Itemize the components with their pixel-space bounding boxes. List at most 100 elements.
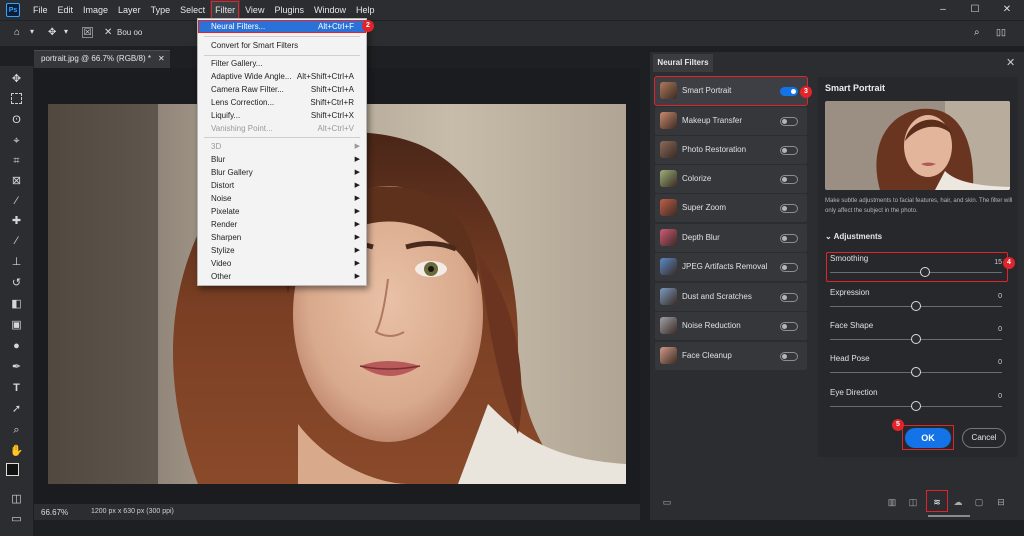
filter-item-jpeg-artifacts-removal[interactable]: JPEG Artifacts Removal bbox=[655, 253, 807, 281]
crop-tool-icon[interactable]: ⌗ bbox=[9, 154, 24, 169]
slider-handle[interactable] bbox=[911, 401, 921, 411]
menu-item-distort[interactable]: Distort ▶ bbox=[198, 179, 366, 192]
tab-neural-filters[interactable]: Neural Filters bbox=[653, 54, 713, 72]
comparison-icon[interactable]: ◫ bbox=[908, 497, 918, 507]
menu-window[interactable]: Window bbox=[309, 0, 351, 20]
menu-plugins[interactable]: Plugins bbox=[269, 0, 309, 20]
close-tab-icon[interactable]: ✕ bbox=[158, 54, 165, 63]
filter-item-smart-portrait[interactable]: Smart Portrait bbox=[654, 76, 808, 106]
home-icon[interactable]: ⌂ bbox=[14, 27, 20, 38]
filter-toggle[interactable] bbox=[780, 175, 798, 184]
menu-item-liquify[interactable]: Liquify... Shift+Ctrl+X bbox=[198, 109, 366, 122]
menu-item-filter-gallery[interactable]: Filter Gallery... bbox=[198, 57, 366, 70]
menu-item-adaptive-wide-angle[interactable]: Adaptive Wide Angle... Alt+Shift+Ctrl+A bbox=[198, 70, 366, 83]
screen-mode-icon[interactable]: ▭ bbox=[9, 512, 24, 527]
move-tool-icon[interactable]: ✥ bbox=[48, 27, 56, 38]
cloud-icon[interactable]: ☁ bbox=[953, 497, 963, 507]
menu-item-pixelate[interactable]: Pixelate ▶ bbox=[198, 205, 366, 218]
foreground-color-swatch[interactable] bbox=[6, 463, 19, 476]
delete-icon[interactable]: ⊟ bbox=[996, 497, 1006, 507]
layers-icon[interactable]: ≋ bbox=[932, 497, 942, 507]
slider-handle[interactable] bbox=[911, 301, 921, 311]
slider-track[interactable] bbox=[830, 272, 1002, 273]
marquee-tool-icon[interactable] bbox=[11, 93, 22, 104]
filter-toggle[interactable] bbox=[780, 146, 798, 155]
slider-eye-direction[interactable]: Eye Direction 0 bbox=[830, 388, 1002, 418]
history-brush-tool-icon[interactable]: ↺ bbox=[9, 276, 24, 291]
filter-toggle[interactable] bbox=[780, 117, 798, 126]
show-original-icon[interactable]: ▭ bbox=[662, 497, 672, 507]
slider-handle[interactable] bbox=[919, 267, 930, 277]
ok-button[interactable]: OK bbox=[905, 428, 951, 448]
menu-item-stylize[interactable]: Stylize ▶ bbox=[198, 244, 366, 257]
minimize-button[interactable]: – bbox=[928, 0, 958, 20]
menu-item-other[interactable]: Other ▶ bbox=[198, 270, 366, 283]
menu-file[interactable]: File bbox=[28, 0, 53, 20]
zoom-tool-icon[interactable]: ⌕ bbox=[9, 423, 24, 438]
menu-item-blur-gallery[interactable]: Blur Gallery ▶ bbox=[198, 166, 366, 179]
menu-select[interactable]: Select bbox=[175, 0, 210, 20]
hand-tool-icon[interactable]: ✋ bbox=[9, 444, 24, 459]
menu-item-noise[interactable]: Noise ▶ bbox=[198, 192, 366, 205]
filter-toggle[interactable] bbox=[780, 234, 798, 243]
menu-type[interactable]: Type bbox=[146, 0, 176, 20]
slider-face-shape[interactable]: Face Shape 0 bbox=[830, 321, 1002, 351]
menu-view[interactable]: View bbox=[240, 0, 269, 20]
eraser-tool-icon[interactable]: ◧ bbox=[9, 297, 24, 312]
menu-item-sharpen[interactable]: Sharpen ▶ bbox=[198, 231, 366, 244]
menu-item-blur[interactable]: Blur ▶ bbox=[198, 153, 366, 166]
adjustments-section-header[interactable]: ⌄ Adjustments bbox=[825, 232, 882, 241]
menu-help[interactable]: Help bbox=[351, 0, 380, 20]
quick-mask-icon[interactable]: ◫ bbox=[9, 492, 24, 507]
filter-item-noise-reduction[interactable]: Noise Reduction bbox=[655, 312, 807, 340]
menu-item-video[interactable]: Video ▶ bbox=[198, 257, 366, 270]
brush-tool-icon[interactable]: ∕ bbox=[9, 234, 24, 249]
chevron-down-icon[interactable]: ▾ bbox=[64, 27, 68, 36]
type-tool-icon[interactable]: T bbox=[9, 381, 24, 396]
workspace-icon[interactable]: ▯▯ bbox=[996, 27, 1006, 38]
filter-item-colorize[interactable]: Colorize bbox=[655, 165, 807, 193]
gradient-tool-icon[interactable]: ▣ bbox=[9, 318, 24, 333]
menu-filter[interactable]: Filter bbox=[210, 0, 241, 20]
menu-item-convert-smart-filters[interactable]: Convert for Smart Filters bbox=[198, 39, 366, 52]
move-tool-icon[interactable]: ✥ bbox=[9, 72, 24, 87]
close-window-button[interactable]: ✕ bbox=[992, 0, 1022, 20]
filter-toggle[interactable] bbox=[780, 322, 798, 331]
slider-smoothing[interactable]: Smoothing 15 bbox=[830, 254, 1002, 284]
search-icon[interactable]: ⌕ bbox=[974, 27, 980, 38]
menu-image[interactable]: Image bbox=[78, 0, 113, 20]
filter-item-makeup-transfer[interactable]: Makeup Transfer bbox=[655, 107, 807, 135]
filter-item-super-zoom[interactable]: Super Zoom bbox=[655, 194, 807, 222]
eyedropper-tool-icon[interactable]: ⁄ bbox=[9, 194, 24, 209]
layer-preview-icon[interactable]: ▥ bbox=[887, 497, 897, 507]
menu-item-neural-filters[interactable]: Neural Filters... Alt+Ctrl+F bbox=[198, 20, 366, 33]
chevron-down-icon[interactable]: ▾ bbox=[30, 27, 34, 36]
filter-toggle[interactable] bbox=[780, 352, 798, 361]
menu-item-render[interactable]: Render ▶ bbox=[198, 218, 366, 231]
filter-toggle[interactable] bbox=[780, 87, 798, 96]
slider-head-pose[interactable]: Head Pose 0 bbox=[830, 354, 1002, 384]
filter-item-face-cleanup[interactable]: Face Cleanup bbox=[655, 342, 807, 370]
healing-brush-tool-icon[interactable]: ✚ bbox=[9, 214, 24, 229]
slider-expression[interactable]: Expression 0 bbox=[830, 288, 1002, 318]
clone-stamp-tool-icon[interactable]: ⊥ bbox=[9, 255, 24, 270]
auto-select-checkbox[interactable]: ☒ bbox=[82, 27, 93, 38]
menu-item-lens-correction[interactable]: Lens Correction... Shift+Ctrl+R bbox=[198, 96, 366, 109]
maximize-button[interactable]: ☐ bbox=[960, 0, 990, 20]
filter-item-photo-restoration[interactable]: Photo Restoration bbox=[655, 136, 807, 164]
filter-item-depth-blur[interactable]: Depth Blur bbox=[655, 224, 807, 252]
cancel-button[interactable]: Cancel bbox=[962, 428, 1006, 448]
filter-toggle[interactable] bbox=[780, 263, 798, 272]
menu-item-camera-raw[interactable]: Camera Raw Filter... Shift+Ctrl+A bbox=[198, 83, 366, 96]
dodge-tool-icon[interactable]: ● bbox=[9, 339, 24, 354]
cancel-icon[interactable]: ✕ bbox=[104, 27, 112, 38]
frame-tool-icon[interactable]: ⊠ bbox=[9, 174, 24, 189]
path-select-tool-icon[interactable]: ➚ bbox=[9, 402, 24, 417]
lasso-tool-icon[interactable]: ʘ bbox=[9, 113, 24, 128]
slider-handle[interactable] bbox=[911, 334, 921, 344]
filter-toggle[interactable] bbox=[780, 204, 798, 213]
pen-tool-icon[interactable]: ✒ bbox=[9, 360, 24, 375]
quick-select-tool-icon[interactable]: ⌖ bbox=[9, 134, 24, 149]
filter-toggle[interactable] bbox=[780, 293, 798, 302]
close-icon[interactable]: ✕ bbox=[1006, 56, 1015, 69]
